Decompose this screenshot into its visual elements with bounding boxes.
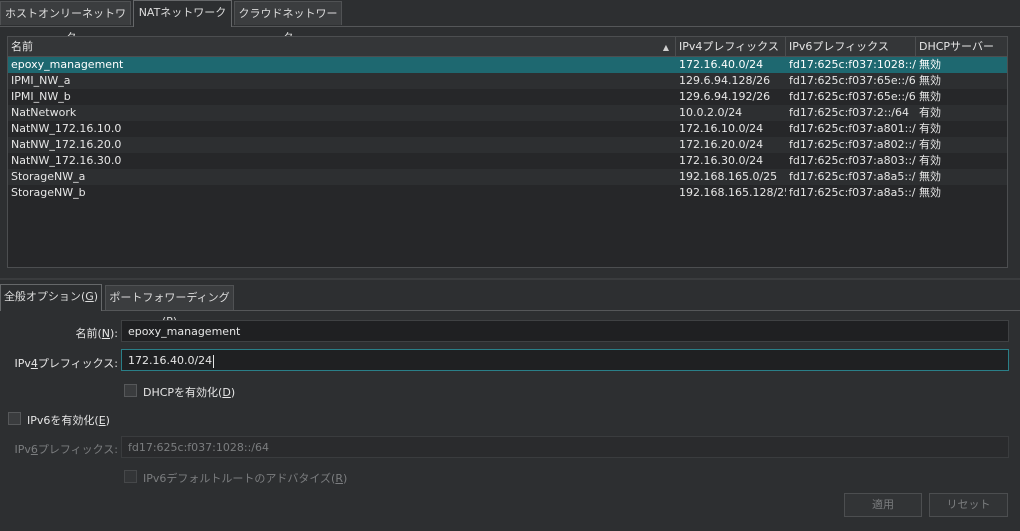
ipv6-prefix-field: fd17:625c:f037:1028::/64 xyxy=(121,436,1009,458)
apply-button: 適用 xyxy=(844,493,922,517)
button-label: 適用 xyxy=(872,498,894,511)
cell-ipv4-prefix: 10.0.2.0/24 xyxy=(679,106,743,119)
ipv4-prefix-value: 172.16.40.0/24 xyxy=(128,354,213,367)
table-row[interactable]: NatNW_172.16.20.0 172.16.20.0/24 fd17:625c… xyxy=(8,137,1007,153)
cell-dhcp-status: 無効 xyxy=(919,90,941,103)
tab-general-options[interactable]: 全般オプション(G) xyxy=(0,284,102,311)
column-header-ipv6[interactable]: IPv6プレフィックス xyxy=(786,37,916,56)
cell-ipv6-prefix: fd17:625c:f037:65e::/64 xyxy=(789,74,916,87)
column-header-dhcp[interactable]: DHCPサーバー xyxy=(916,37,1007,56)
ipv6-default-route-checkbox xyxy=(124,470,137,483)
table-row[interactable]: StorageNW_b 192.168.165.128/25 fd17:625c:f… xyxy=(8,185,1007,201)
cell-dhcp-status: 無効 xyxy=(919,170,941,183)
table-row[interactable]: NatNetwork 10.0.2.0/24 fd17:625c:f037:2::/… xyxy=(8,105,1007,121)
tab-mnemonic: G xyxy=(85,290,94,303)
ipv6-prefix-value: fd17:625c:f037:1028::/64 xyxy=(128,441,269,454)
cell-ipv6-prefix: fd17:625c:f037:65e::/64 xyxy=(789,90,916,103)
cell-ipv6-prefix: fd17:625c:f037:a8a5::/64 xyxy=(789,186,916,199)
cell-dhcp-status: 有効 xyxy=(919,138,941,151)
table-header: 名前 ▲ IPv4プレフィックス IPv6プレフィックス DHCPサーバー xyxy=(8,37,1007,57)
cell-dhcp-status: 有効 xyxy=(919,122,941,135)
cell-ipv4-prefix: 172.16.40.0/24 xyxy=(679,58,764,71)
cell-name: NatNW_172.16.10.0 xyxy=(11,122,122,135)
dhcp-enable-label[interactable]: DHCPを有効化(D) xyxy=(143,384,235,400)
ipv6-prefix-label: IPv6プレフィックス: xyxy=(14,443,118,456)
cell-ipv6-prefix: fd17:625c:f037:a801::/64 xyxy=(789,122,916,135)
cell-name: NatNetwork xyxy=(11,106,77,119)
tab-port-forwarding[interactable]: ポートフォワーディング(P) xyxy=(105,285,234,328)
splitter-handle[interactable] xyxy=(0,278,1020,280)
table-row[interactable]: epoxy_management 172.16.40.0/24 fd17:625c:… xyxy=(8,57,1007,73)
reset-button: リセット xyxy=(929,493,1008,517)
name-field[interactable]: epoxy_management xyxy=(121,320,1009,342)
cell-ipv6-prefix: fd17:625c:f037:a803::/64 xyxy=(789,154,916,167)
cell-dhcp-status: 有効 xyxy=(919,154,941,167)
cell-name: NatNW_172.16.20.0 xyxy=(11,138,122,151)
cell-ipv4-prefix: 192.168.165.128/25 xyxy=(679,186,786,199)
tab-host-only-network[interactable]: ホストオンリーネットワーク xyxy=(0,1,131,44)
cell-ipv6-prefix: fd17:625c:f037:a8a5::/64 xyxy=(789,170,916,183)
cell-ipv6-prefix: fd17:625c:f037:2::/64 xyxy=(789,106,909,119)
ipv4-prefix-field[interactable]: 172.16.40.0/24 xyxy=(121,349,1009,371)
column-header-label: IPv4プレフィックス xyxy=(679,40,779,53)
table-row[interactable]: IPMI_NW_a 129.6.94.128/26 fd17:625c:f037:6… xyxy=(8,73,1007,89)
name-label: 名前(N): xyxy=(75,327,118,340)
cell-name: StorageNW_b xyxy=(11,186,86,199)
cell-ipv4-prefix: 129.6.94.128/26 xyxy=(679,74,771,87)
button-label: リセット xyxy=(946,498,991,511)
name-value: epoxy_management xyxy=(128,325,241,338)
cell-ipv4-prefix: 172.16.20.0/24 xyxy=(679,138,764,151)
nat-network-table[interactable]: 名前 ▲ IPv4プレフィックス IPv6プレフィックス DHCPサーバー ep… xyxy=(7,36,1008,268)
table-row[interactable]: NatNW_172.16.10.0 172.16.10.0/24 fd17:625c… xyxy=(8,121,1007,137)
cell-ipv4-prefix: 129.6.94.192/26 xyxy=(679,90,771,103)
cell-ipv6-prefix: fd17:625c:f037:1028::/64 xyxy=(789,58,916,71)
cell-dhcp-status: 有効 xyxy=(919,106,941,119)
details-tabs: 全般オプション(G) ポートフォワーディング(P) xyxy=(0,284,1020,328)
ipv6-enable-checkbox[interactable] xyxy=(8,412,21,425)
cell-name: NatNW_172.16.30.0 xyxy=(11,154,122,167)
dhcp-enable-checkbox[interactable] xyxy=(124,384,137,397)
cell-name: epoxy_management xyxy=(11,58,124,71)
cell-ipv4-prefix: 192.168.165.0/25 xyxy=(679,170,778,183)
cell-name: StorageNW_a xyxy=(11,170,86,183)
ipv6-default-route-label: IPv6デフォルトルートのアドバタイズ(R) xyxy=(143,472,348,485)
ipv6-enable-label[interactable]: IPv6を有効化(E) xyxy=(27,412,110,428)
cell-name: IPMI_NW_b xyxy=(11,90,71,103)
tab-label: 全般オプション xyxy=(3,290,81,303)
table-row[interactable]: StorageNW_a 192.168.165.0/25 fd17:625c:f03… xyxy=(8,169,1007,185)
column-header-label: 名前 xyxy=(11,40,33,53)
column-header-name[interactable]: 名前 ▲ xyxy=(8,37,676,56)
text-caret xyxy=(213,354,215,368)
cell-name: IPMI_NW_a xyxy=(11,74,71,87)
tab-nat-network[interactable]: NATネットワーク xyxy=(133,0,232,27)
column-header-ipv4[interactable]: IPv4プレフィックス xyxy=(676,37,786,56)
sort-ascending-icon: ▲ xyxy=(662,43,669,52)
tab-label: NATネットワーク xyxy=(138,6,227,19)
cell-dhcp-status: 無効 xyxy=(919,58,941,71)
cell-dhcp-status: 無効 xyxy=(919,74,941,87)
tab-label: ポートフォワーディング xyxy=(109,291,230,304)
cell-ipv6-prefix: fd17:625c:f037:a802::/64 xyxy=(789,138,916,151)
column-header-label: DHCPサーバー xyxy=(919,40,994,53)
network-type-tabs: ホストオンリーネットワーク NATネットワーク クラウドネットワーク xyxy=(0,0,1020,44)
ipv4-prefix-label: IPv4プレフィックス: xyxy=(14,357,118,370)
table-row[interactable]: NatNW_172.16.30.0 172.16.30.0/24 fd17:625c… xyxy=(8,153,1007,169)
tab-cloud-network[interactable]: クラウドネットワーク xyxy=(234,1,342,44)
column-header-label: IPv6プレフィックス xyxy=(789,40,889,53)
cell-dhcp-status: 無効 xyxy=(919,186,941,199)
cell-ipv4-prefix: 172.16.30.0/24 xyxy=(679,154,764,167)
cell-ipv4-prefix: 172.16.10.0/24 xyxy=(679,122,764,135)
table-row[interactable]: IPMI_NW_b 129.6.94.192/26 fd17:625c:f037:6… xyxy=(8,89,1007,105)
